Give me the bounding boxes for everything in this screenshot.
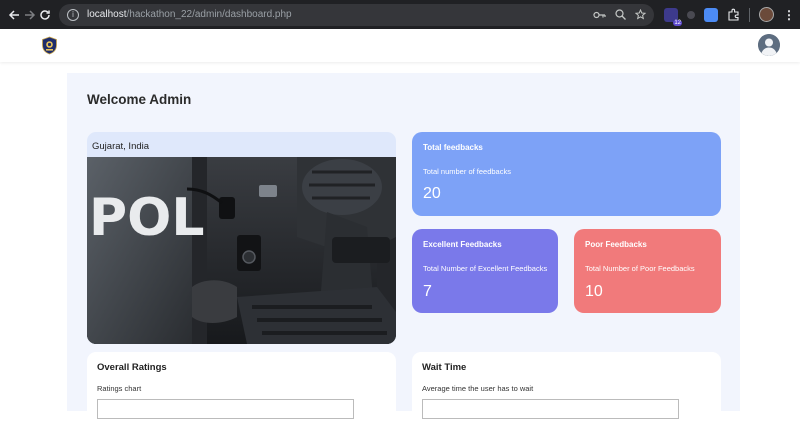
- excellent-feedbacks-card[interactable]: Excellent Feedbacks Total Number of Exce…: [412, 229, 558, 313]
- url-host: localhost: [87, 9, 127, 20]
- overall-ratings-title: Overall Ratings: [97, 362, 167, 373]
- zoom-icon[interactable]: [615, 9, 626, 20]
- poor-feedbacks-card[interactable]: Poor Feedbacks Total Number of Poor Feed…: [574, 229, 721, 313]
- extension-badge: 12: [673, 19, 683, 26]
- extension-icon[interactable]: 12: [664, 7, 683, 26]
- translate-extension-icon[interactable]: [704, 7, 719, 22]
- location-card: Gujarat, India POLIC: [87, 132, 396, 344]
- url-path: /hackathon_22/admin/dashboard.php: [126, 9, 292, 20]
- ratings-chart-label: Ratings chart: [97, 384, 142, 393]
- police-logo-icon[interactable]: [40, 36, 59, 55]
- total-feedbacks-value: 20: [423, 185, 441, 202]
- browser-profile-icon[interactable]: [759, 7, 775, 22]
- overall-ratings-panel: Overall Ratings Ratings chart: [87, 352, 396, 422]
- back-icon[interactable]: [6, 4, 22, 26]
- toolbar-separator: [749, 7, 751, 22]
- forward-icon[interactable]: [22, 4, 38, 26]
- location-label: Gujarat, India: [92, 141, 150, 152]
- wait-time-chart-area: [422, 399, 679, 419]
- poor-feedbacks-subtitle: Total Number of Poor Feedbacks: [585, 264, 695, 273]
- wait-time-panel: Wait Time Average time the user has to w…: [412, 352, 721, 422]
- poor-feedbacks-title: Poor Feedbacks: [585, 240, 647, 249]
- ratings-chart-area: [97, 399, 354, 419]
- wait-time-title: Wait Time: [422, 362, 467, 373]
- password-key-icon[interactable]: [593, 10, 606, 20]
- user-avatar-icon[interactable]: [758, 34, 780, 56]
- browser-toolbar: i localhost/hackathon_22/admin/dashboard…: [0, 0, 800, 29]
- excellent-feedbacks-value: 7: [423, 283, 432, 300]
- extension-dot-icon[interactable]: [687, 10, 696, 19]
- police-officer-image: POLIC: [87, 157, 396, 344]
- page-title: Welcome Admin: [87, 92, 192, 107]
- total-feedbacks-title: Total feedbacks: [423, 143, 483, 152]
- reload-icon[interactable]: [37, 4, 53, 26]
- browser-menu-icon[interactable]: ⋮: [783, 8, 795, 22]
- bookmark-star-icon[interactable]: [635, 9, 647, 20]
- excellent-feedbacks-title: Excellent Feedbacks: [423, 240, 502, 249]
- excellent-feedbacks-subtitle: Total Number of Excellent Feedbacks: [423, 264, 548, 273]
- site-info-icon[interactable]: i: [67, 8, 80, 21]
- poor-feedbacks-value: 10: [585, 283, 603, 300]
- puzzle-extensions-icon[interactable]: [727, 8, 740, 21]
- dashboard-panel: Welcome Admin Gujarat, India POLIC Total…: [67, 73, 740, 422]
- wait-time-subtitle: Average time the user has to wait: [422, 384, 534, 393]
- total-feedbacks-card[interactable]: Total feedbacks Total number of feedback…: [412, 132, 721, 216]
- app-header: [0, 29, 800, 62]
- total-feedbacks-subtitle: Total number of feedbacks: [423, 167, 511, 176]
- address-bar[interactable]: i localhost/hackathon_22/admin/dashboard…: [59, 3, 655, 26]
